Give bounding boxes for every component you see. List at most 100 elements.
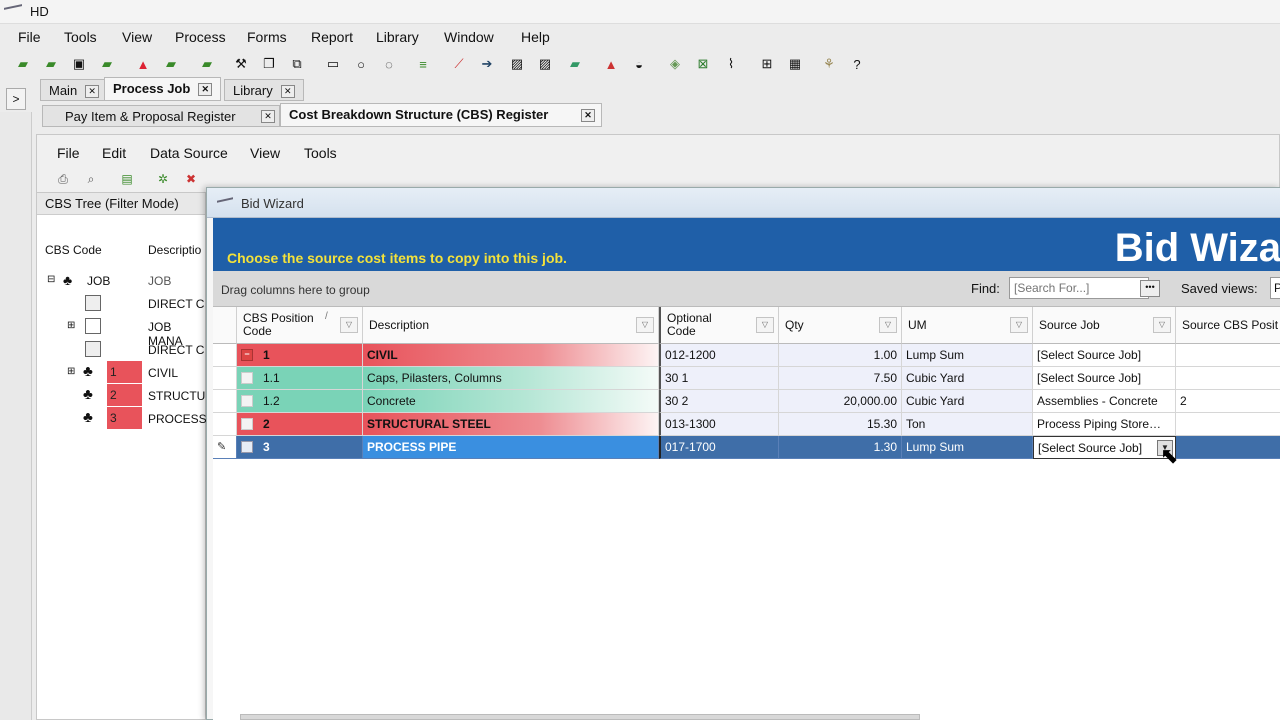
- column-qty[interactable]: Qty ▽: [779, 307, 902, 344]
- tree-node-structural[interactable]: ♣ 2 STRUCTU: [37, 384, 205, 406]
- tree-node[interactable]: DIRECT C: [37, 338, 205, 360]
- optional-code-cell[interactable]: 013-1300: [659, 413, 779, 436]
- cbs-code-cell[interactable]: 3: [237, 436, 363, 459]
- help-icon[interactable]: ?: [848, 55, 866, 73]
- calculator-icon[interactable]: ▦: [786, 55, 804, 73]
- table-row[interactable]: − 1 CIVIL 012-1200 1.00 Lump Sum [Select…: [213, 344, 1280, 367]
- hierarchy-icon[interactable]: ⧉: [288, 55, 306, 73]
- tree-node-job[interactable]: ⊟ ♣ JOB JOB: [37, 269, 205, 291]
- table-row-selected[interactable]: ✎ 3 PROCESS PIPE 017-1700 1.30 Lump Sum …: [213, 436, 1280, 459]
- open-folder-icon[interactable]: ▰: [14, 55, 32, 73]
- tree-node-civil[interactable]: ⊞ ♣ 1 CIVIL: [37, 361, 205, 383]
- column-um[interactable]: UM ▽: [902, 307, 1033, 344]
- close-icon[interactable]: ✕: [280, 85, 295, 99]
- tab-process-job[interactable]: Process Job ✕: [104, 77, 222, 101]
- cbs-code-cell[interactable]: 1.1: [237, 367, 363, 390]
- mail-icon[interactable]: ▭: [324, 55, 342, 73]
- tab-pay-item-register[interactable]: Pay Item & Proposal Register ✕: [42, 105, 280, 127]
- row-checkbox[interactable]: [241, 418, 253, 430]
- column-filter-button[interactable]: ▽: [1010, 317, 1028, 333]
- close-icon[interactable]: ✕: [581, 109, 595, 122]
- arrow-right-icon[interactable]: ➔: [478, 55, 496, 73]
- menu-help[interactable]: Help: [521, 29, 550, 45]
- source-job-cell[interactable]: [Select Source Job]: [1033, 367, 1176, 390]
- qty-cell[interactable]: 20,000.00: [779, 390, 902, 413]
- source-cbs-cell[interactable]: [1176, 367, 1280, 390]
- description-cell[interactable]: Concrete: [363, 390, 659, 413]
- row-checkbox[interactable]: [241, 441, 253, 453]
- table-row[interactable]: 1.1 Caps, Pilasters, Columns 30 1 7.50 C…: [213, 367, 1280, 390]
- column-filter-button[interactable]: ▽: [756, 317, 774, 333]
- column-source-job[interactable]: Source Job ▽: [1033, 307, 1176, 344]
- description-cell[interactable]: STRUCTURAL STEEL: [363, 413, 659, 436]
- horizontal-scrollbar[interactable]: [240, 714, 920, 720]
- optional-code-cell[interactable]: 017-1700: [659, 436, 779, 459]
- image-icon[interactable]: ▨: [508, 55, 526, 73]
- row-checkbox[interactable]: [241, 395, 253, 407]
- tree-node-process[interactable]: ♣ 3 PROCESS: [37, 407, 207, 429]
- tab-cbs-register[interactable]: Cost Breakdown Structure (CBS) Register ✕: [280, 103, 602, 127]
- table-row[interactable]: 2 STRUCTURAL STEEL 013-1300 15.30 Ton Pr…: [213, 413, 1280, 436]
- document-icon[interactable]: ❐: [260, 55, 278, 73]
- tree-node[interactable]: DIRECT C: [37, 292, 205, 314]
- collapse-row-icon[interactable]: −: [241, 349, 253, 361]
- close-icon[interactable]: ✕: [261, 110, 275, 123]
- source-cbs-cell[interactable]: 2: [1176, 390, 1280, 413]
- um-cell[interactable]: Lump Sum: [902, 436, 1033, 459]
- menu-window[interactable]: Window: [444, 29, 494, 45]
- print-icon[interactable]: ⎙: [55, 171, 71, 187]
- find-options-button[interactable]: •••: [1140, 280, 1160, 297]
- optional-code-cell[interactable]: 30 2: [659, 390, 779, 413]
- menu-file[interactable]: File: [18, 29, 41, 45]
- menu-library[interactable]: Library: [376, 29, 419, 45]
- inner-menu-tools[interactable]: Tools: [304, 145, 337, 161]
- column-filter-button[interactable]: ▽: [1153, 317, 1171, 333]
- cbs-code-cell[interactable]: 1.2: [237, 390, 363, 413]
- cbs-code-cell[interactable]: − 1: [237, 344, 363, 367]
- save-icon[interactable]: ▣: [70, 55, 88, 73]
- chat-icon[interactable]: ◌: [380, 55, 398, 73]
- group-by-bar[interactable]: Drag columns here to group Find: ••• Sav…: [213, 271, 1280, 307]
- open-icon[interactable]: ▰: [42, 55, 60, 73]
- column-description[interactable]: Description ▽: [363, 307, 659, 344]
- lines-icon[interactable]: ≡: [414, 55, 432, 73]
- inner-menu-data-source[interactable]: Data Source: [150, 145, 228, 161]
- cbs-code-cell[interactable]: 2: [237, 413, 363, 436]
- qty-cell[interactable]: 15.30: [779, 413, 902, 436]
- tab-library[interactable]: Library ✕: [224, 79, 304, 101]
- menu-process[interactable]: Process: [175, 29, 226, 45]
- description-cell[interactable]: PROCESS PIPE: [363, 436, 659, 459]
- menu-view[interactable]: View: [122, 29, 152, 45]
- source-job-cell[interactable]: Assemblies - Concrete: [1033, 390, 1176, 413]
- wizard-icon[interactable]: ⚘: [820, 55, 838, 73]
- source-job-cell[interactable]: [Select Source Job]: [1033, 344, 1176, 367]
- um-cell[interactable]: Cubic Yard: [902, 367, 1033, 390]
- column-cbs-position-code[interactable]: CBS Position Code / ▽: [237, 307, 363, 344]
- save-as-icon[interactable]: ▰: [98, 55, 116, 73]
- cap-icon[interactable]: ◒: [630, 55, 648, 73]
- optional-code-cell[interactable]: 30 1: [659, 367, 779, 390]
- source-job-cell[interactable]: Process Piping Store…: [1033, 413, 1176, 436]
- folder-icon[interactable]: ▰: [162, 55, 180, 73]
- money-icon[interactable]: ▰: [566, 55, 584, 73]
- tab-main[interactable]: Main ✕: [40, 79, 109, 101]
- close-icon[interactable]: ✕: [85, 85, 100, 99]
- search-input[interactable]: [1009, 277, 1149, 299]
- column-source-cbs-position[interactable]: Source CBS Posit: [1176, 307, 1280, 344]
- excel-icon[interactable]: ⊠: [694, 55, 712, 73]
- inner-menu-view[interactable]: View: [250, 145, 280, 161]
- description-cell[interactable]: CIVIL: [363, 344, 659, 367]
- row-checkbox[interactable]: [241, 372, 253, 384]
- column-filter-button[interactable]: ▽: [340, 317, 358, 333]
- tools-icon[interactable]: ⚒: [232, 55, 250, 73]
- expand-panel-button[interactable]: >: [6, 88, 26, 110]
- expand-node-icon[interactable]: ⊞: [67, 366, 75, 377]
- qty-cell[interactable]: 7.50: [779, 367, 902, 390]
- source-cbs-cell[interactable]: [1176, 344, 1280, 367]
- qty-cell[interactable]: 1.00: [779, 344, 902, 367]
- menu-tools[interactable]: Tools: [64, 29, 97, 45]
- collapse-node-icon[interactable]: ⊟: [47, 274, 55, 285]
- comment-icon[interactable]: ○: [352, 55, 370, 73]
- um-cell[interactable]: Ton: [902, 413, 1033, 436]
- network-icon[interactable]: ▰: [198, 55, 216, 73]
